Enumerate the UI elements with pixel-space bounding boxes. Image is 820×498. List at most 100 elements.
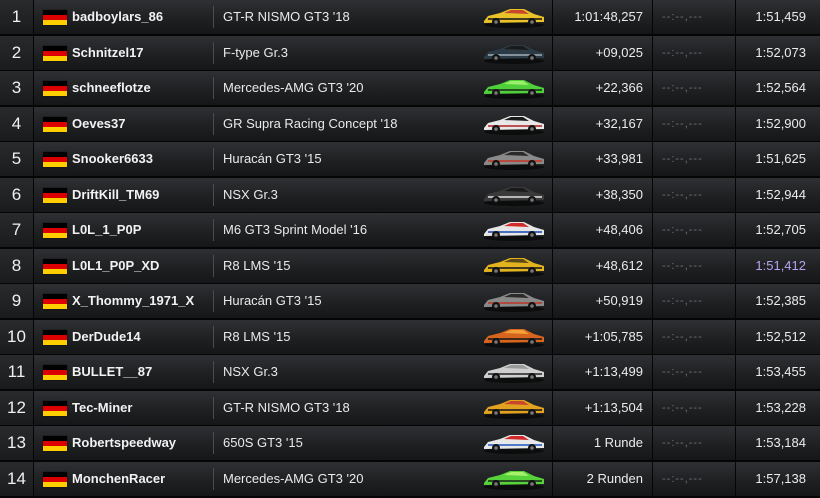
- flag-germany-icon: [43, 401, 67, 416]
- result-row: 2 Schnitzel17 F-type Gr.3 +09,025 --:--,--- 1…: [0, 36, 820, 72]
- column-divider: [735, 284, 736, 318]
- car-thumbnail-icon: [484, 80, 544, 99]
- empty-time-field: --:--,---: [662, 295, 703, 307]
- gap-to-leader: +09,025: [595, 45, 643, 60]
- car-model: GR Supra Racing Concept '18: [223, 116, 398, 131]
- empty-time-field: --:--,---: [662, 260, 703, 272]
- empty-time-field: --:--,---: [662, 473, 703, 485]
- car-model: F-type Gr.3: [223, 45, 289, 60]
- driver-name: BULLET__87: [72, 364, 153, 379]
- column-divider: [735, 107, 736, 141]
- column-divider: [652, 391, 653, 425]
- car-model: Huracán GT3 '15: [223, 151, 322, 166]
- gap-to-leader: +1:13,499: [584, 364, 643, 379]
- position-number: 3: [0, 71, 34, 105]
- column-separator: [213, 468, 214, 490]
- column-divider: [652, 249, 653, 283]
- best-lap-time: 1:52,705: [755, 222, 806, 237]
- driver-name: Oeves37: [72, 116, 126, 131]
- column-separator: [213, 77, 214, 99]
- column-divider: [735, 0, 736, 34]
- column-divider: [735, 462, 736, 496]
- best-lap-time: 1:52,564: [755, 80, 806, 95]
- car-model: Mercedes-AMG GT3 '20: [223, 80, 364, 95]
- column-divider: [735, 178, 736, 212]
- car-model: M6 GT3 Sprint Model '16: [223, 222, 368, 237]
- car-model: NSX Gr.3: [223, 187, 278, 202]
- empty-time-field: --:--,---: [662, 82, 703, 94]
- gap-to-leader: +1:05,785: [584, 329, 643, 344]
- result-row: 7 L0L_1_P0P M6 GT3 Sprint Model '16 +48,406…: [0, 213, 820, 249]
- column-separator: [213, 219, 214, 241]
- column-separator: [213, 432, 214, 454]
- gap-to-leader: +1:13,504: [584, 400, 643, 415]
- column-divider: [652, 320, 653, 354]
- position-number: 7: [0, 213, 34, 247]
- column-divider: [652, 284, 653, 318]
- flag-germany-icon: [43, 46, 67, 61]
- position-number: 9: [0, 284, 34, 318]
- position-number: 14: [0, 462, 34, 496]
- best-lap-time: 1:52,944: [755, 187, 806, 202]
- column-divider: [652, 462, 653, 496]
- race-results-table: 1 badboylars_86 GT-R NISMO GT3 '18 1:01:48,…: [0, 0, 820, 498]
- column-separator: [213, 113, 214, 135]
- car-thumbnail-icon: [484, 151, 544, 170]
- driver-name: Schnitzel17: [72, 45, 144, 60]
- driver-name: L0L_1_P0P: [72, 222, 142, 237]
- flag-germany-icon: [43, 330, 67, 345]
- car-thumbnail-icon: [484, 400, 544, 419]
- column-separator: [213, 184, 214, 206]
- gap-to-leader: +48,406: [595, 222, 643, 237]
- best-lap-time: 1:52,512: [755, 329, 806, 344]
- car-model: GT-R NISMO GT3 '18: [223, 9, 350, 24]
- result-row: 3 schneeflotze Mercedes-AMG GT3 '20 +22,366…: [0, 71, 820, 107]
- flag-germany-icon: [43, 436, 67, 451]
- driver-name: DriftKill_TM69: [72, 187, 160, 202]
- best-lap-time: 1:51,625: [755, 151, 806, 166]
- driver-name: Robertspeedway: [72, 435, 177, 450]
- car-model: Huracán GT3 '15: [223, 293, 322, 308]
- driver-name: MonchenRacer: [72, 471, 166, 486]
- result-row: 9 X_Thommy_1971_X Huracán GT3 '15 +50,919 --…: [0, 284, 820, 320]
- driver-name: Tec-Miner: [72, 400, 133, 415]
- column-divider: [652, 36, 653, 70]
- column-separator: [213, 326, 214, 348]
- column-divider: [652, 0, 653, 34]
- car-thumbnail-icon: [484, 116, 544, 135]
- best-lap-time: 1:52,073: [755, 45, 806, 60]
- column-divider: [652, 107, 653, 141]
- flag-germany-icon: [43, 223, 67, 238]
- gap-to-leader: +48,612: [595, 258, 643, 273]
- flag-germany-icon: [43, 81, 67, 96]
- result-row: 5 Snooker6633 Huracán GT3 '15 +33,981 --:--,…: [0, 142, 820, 178]
- car-thumbnail-icon: [484, 9, 544, 28]
- car-thumbnail-icon: [484, 435, 544, 454]
- driver-name: L0L1_P0P_XD: [72, 258, 160, 273]
- empty-time-field: --:--,---: [662, 331, 703, 343]
- car-thumbnail-icon: [484, 364, 544, 383]
- best-lap-time: 1:53,455: [755, 364, 806, 379]
- column-separator: [213, 42, 214, 64]
- car-thumbnail-icon: [484, 45, 544, 64]
- position-number: 11: [0, 355, 34, 389]
- position-number: 8: [0, 249, 34, 283]
- driver-name: badboylars_86: [72, 9, 164, 24]
- column-divider: [652, 71, 653, 105]
- position-number: 1: [0, 0, 34, 34]
- column-divider: [735, 71, 736, 105]
- best-lap-time: 1:52,385: [755, 293, 806, 308]
- empty-time-field: --:--,---: [662, 224, 703, 236]
- result-row: 8 L0L1_P0P_XD R8 LMS '15 +48,612 --:--,--- 1:…: [0, 249, 820, 285]
- car-model: NSX Gr.3: [223, 364, 278, 379]
- position-number: 13: [0, 426, 34, 460]
- best-lap-time: 1:53,228: [755, 400, 806, 415]
- best-lap-time: 1:53,184: [755, 435, 806, 450]
- column-divider: [735, 426, 736, 460]
- empty-time-field: --:--,---: [662, 118, 703, 130]
- gap-to-leader: +22,366: [595, 80, 643, 95]
- column-divider: [735, 249, 736, 283]
- column-divider: [735, 36, 736, 70]
- flag-germany-icon: [43, 117, 67, 132]
- column-separator: [213, 148, 214, 170]
